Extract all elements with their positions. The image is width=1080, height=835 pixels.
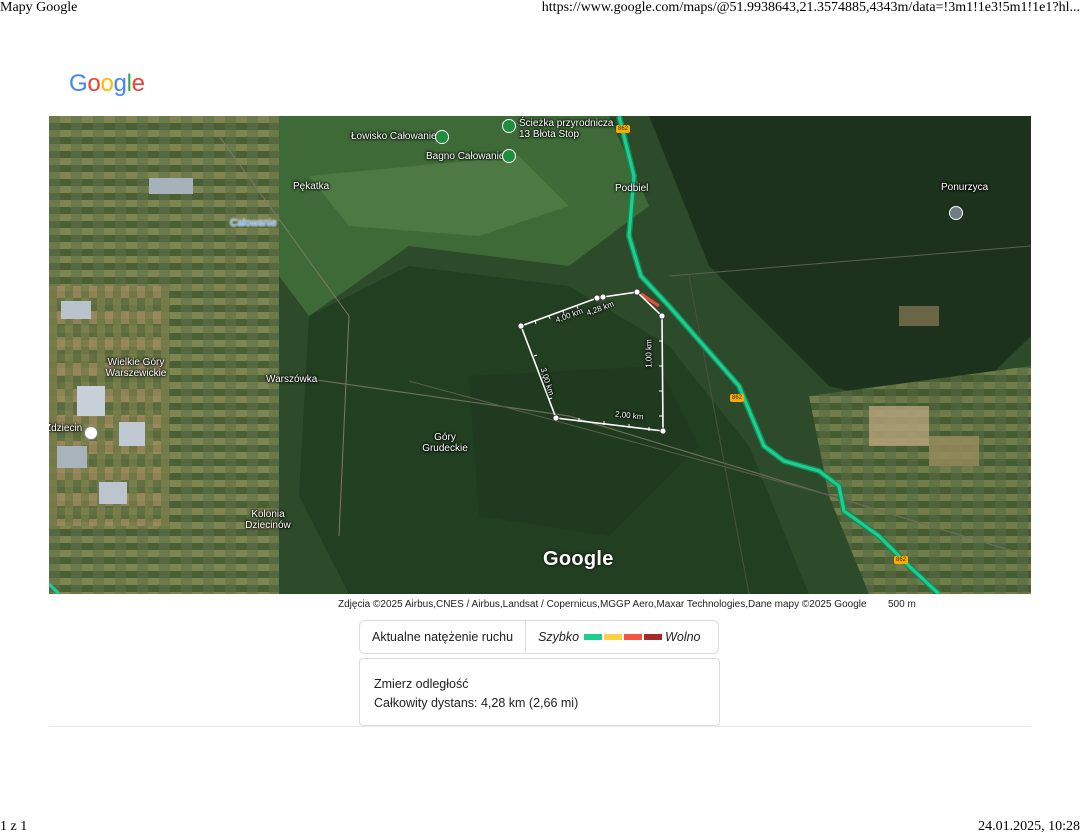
logo-letter: G xyxy=(69,70,88,97)
traffic-swatch xyxy=(604,634,623,640)
traffic-scale: Szybko Wolno xyxy=(526,630,700,644)
traffic-swatch xyxy=(624,634,643,640)
logo-letter: o xyxy=(87,70,101,97)
print-footer-datetime: 24.01.2025, 10:28 xyxy=(978,819,1080,834)
satellite-imagery xyxy=(49,116,1031,594)
logo-letter: e xyxy=(131,70,145,97)
nature-pin-icon[interactable] xyxy=(502,149,516,163)
place-label[interactable]: Wielkie Góry Warszewickie xyxy=(101,357,171,379)
school-pin-icon[interactable] xyxy=(949,206,963,220)
place-label[interactable]: Podbiel xyxy=(615,183,648,194)
place-pin-icon[interactable] xyxy=(84,426,98,440)
road-shield: 862 xyxy=(616,125,631,133)
place-label[interactable]: Ponurzyca xyxy=(941,182,988,193)
traffic-legend: Aktualne natężenie ruchu Szybko Wolno xyxy=(359,620,719,654)
traffic-swatch xyxy=(644,634,663,640)
print-header-title: Mapy Google xyxy=(0,0,78,15)
logo-letter: o xyxy=(100,70,114,97)
trail-pin-icon[interactable] xyxy=(502,119,516,133)
google-logo[interactable]: Google xyxy=(69,70,145,98)
logo-letter: g xyxy=(113,70,127,97)
traffic-label: Aktualne natężenie ruchu xyxy=(360,621,527,653)
place-label[interactable]: Góry Grudeckie xyxy=(421,432,469,454)
map-watermark: Google xyxy=(543,548,614,570)
traffic-fast-label: Szybko xyxy=(538,630,580,644)
place-label[interactable]: Zdziecin xyxy=(49,423,82,434)
place-label[interactable]: Pękatka xyxy=(293,181,329,192)
place-label[interactable]: Ścieżka przyrodnicza 13 Błota Stop xyxy=(519,118,614,140)
print-header-url: https://www.google.com/maps/@51.9938643,… xyxy=(541,0,1080,15)
satellite-map[interactable]: 4,00 km 4,28 km 1,00 km 2,00 km 3,00 km … xyxy=(49,116,1031,594)
road-shield: 862 xyxy=(894,556,909,564)
place-label[interactable]: Łowisko Całowanie xyxy=(351,131,437,142)
place-label[interactable]: Warszówka xyxy=(266,374,317,385)
place-label[interactable]: Całowanie xyxy=(230,218,277,229)
road-shield: 862 xyxy=(730,394,745,402)
place-label[interactable]: Kolonia Dziecinów xyxy=(237,509,299,531)
measure-total: Całkowity dystans: 4,28 km (2,66 mi) xyxy=(374,696,579,710)
scale-label: 500 m xyxy=(888,599,916,610)
traffic-swatch xyxy=(584,634,603,640)
segment-label: 1,00 km xyxy=(644,339,654,368)
traffic-slow-label: Wolno xyxy=(665,630,701,644)
fishing-pin-icon[interactable] xyxy=(435,130,449,144)
map-attribution: Zdjęcia ©2025 Airbus,CNES / Airbus,Lands… xyxy=(338,599,867,610)
divider xyxy=(49,726,1031,727)
measure-distance-panel: Zmierz odległość Całkowity dystans: 4,28… xyxy=(359,658,720,726)
place-label[interactable]: Bagno Całowanie xyxy=(426,151,504,162)
measure-title: Zmierz odległość xyxy=(374,677,469,691)
print-footer-page: 1 z 1 xyxy=(0,819,28,834)
